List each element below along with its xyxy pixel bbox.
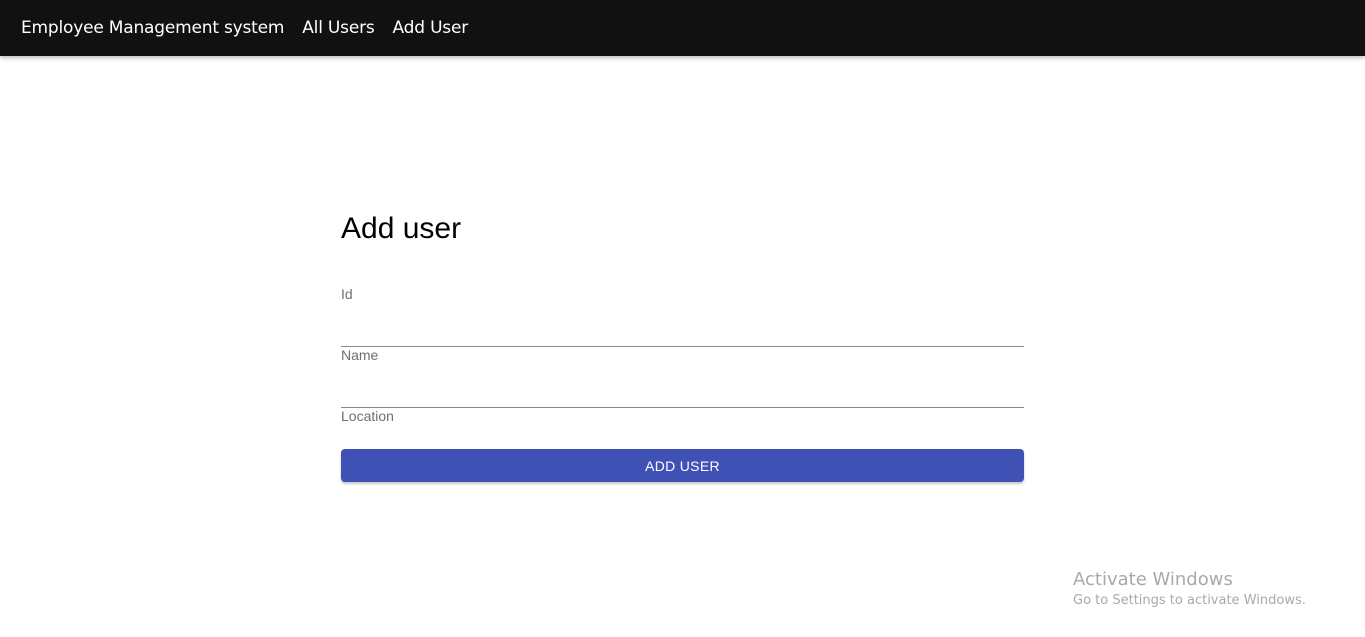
watermark-subtitle: Go to Settings to activate Windows. — [1073, 593, 1306, 608]
page-title: Add user — [341, 212, 462, 245]
name-field-label: Name — [341, 347, 379, 363]
watermark-title: Activate Windows — [1073, 569, 1233, 590]
location-field-label: Location — [341, 408, 394, 424]
id-field[interactable] — [341, 321, 1024, 347]
name-field[interactable] — [341, 382, 1024, 408]
windows-activation-watermark: Activate Windows Go to Settings to activ… — [1073, 568, 1306, 610]
id-field-group: Id — [341, 286, 1024, 347]
name-field-group: Name — [341, 347, 1024, 408]
nav-link-add-user[interactable]: Add User — [393, 18, 469, 38]
id-field-label: Id — [341, 286, 353, 302]
app-bar: Employee Management system All Users Add… — [0, 0, 1365, 56]
nav-link-all-users[interactable]: All Users — [302, 18, 374, 38]
add-user-button[interactable]: ADD USER — [341, 449, 1024, 482]
nav-brand[interactable]: Employee Management system — [21, 18, 284, 38]
add-user-form: Add user Id Name Location ADD USER — [341, 208, 1024, 482]
